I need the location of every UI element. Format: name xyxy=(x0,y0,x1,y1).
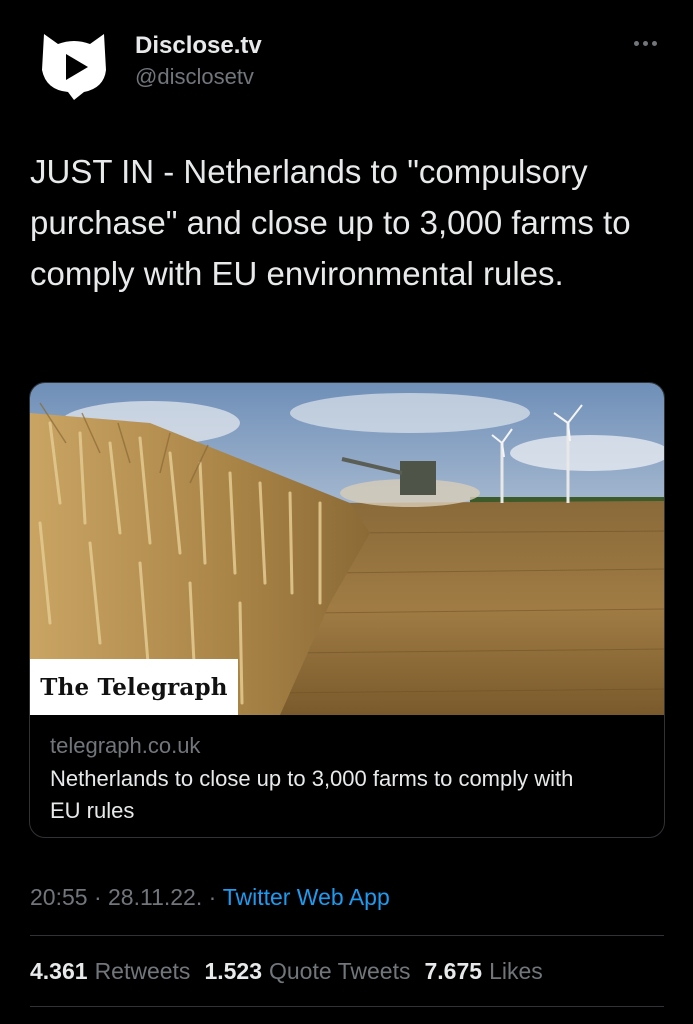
likes-label: Likes xyxy=(489,958,543,984)
dot xyxy=(652,40,657,46)
link-card[interactable]: The Telegraph telegraph.co.uk Netherland… xyxy=(29,382,665,838)
tweet-date[interactable]: 28.11.22. xyxy=(108,884,202,911)
quotes-stat[interactable]: 1.523 Quote Tweets xyxy=(204,958,410,985)
likes-stat[interactable]: 7.675 Likes xyxy=(425,958,543,985)
likes-count: 7.675 xyxy=(424,958,483,984)
divider xyxy=(30,935,664,936)
tweet-meta: 20:55 · 28.11.22. · Twitter Web App xyxy=(30,884,390,911)
dot xyxy=(643,40,648,46)
tweet-time[interactable]: 20:55 xyxy=(30,884,88,911)
card-domain: telegraph.co.uk xyxy=(50,733,201,758)
disclose-play-logo-icon xyxy=(42,34,106,100)
display-name[interactable]: Disclose.tv xyxy=(135,32,262,60)
meta-separator: · xyxy=(202,884,223,910)
source-logo: The Telegraph xyxy=(30,659,238,715)
quotes-label: Quote Tweets xyxy=(269,958,411,984)
quotes-count: 1.523 xyxy=(204,958,262,984)
divider xyxy=(30,1006,664,1007)
telegraph-logo-text: The Telegraph xyxy=(40,673,228,701)
retweets-count: 4.361 xyxy=(30,958,88,984)
dot xyxy=(634,40,639,46)
source-app-link[interactable]: Twitter Web App xyxy=(223,884,390,911)
card-title: Netherlands to close up to 3,000 farms t… xyxy=(50,766,574,823)
retweets-stat[interactable]: 4.361 Retweets xyxy=(30,958,190,985)
meta-separator: · xyxy=(87,884,109,910)
user-handle[interactable]: @disclosetv xyxy=(135,64,254,90)
tweet-text: JUST IN - Netherlands to "compulsory pur… xyxy=(30,153,631,292)
ellipsis-icon[interactable] xyxy=(634,36,664,50)
tweet-stats: 4.361 Retweets 1.523 Quote Tweets 7.675 Lik… xyxy=(30,958,543,985)
tweet-header: Disclose.tv @disclosetv xyxy=(0,0,693,120)
avatar[interactable] xyxy=(38,30,110,102)
retweets-label: Retweets xyxy=(94,958,191,984)
